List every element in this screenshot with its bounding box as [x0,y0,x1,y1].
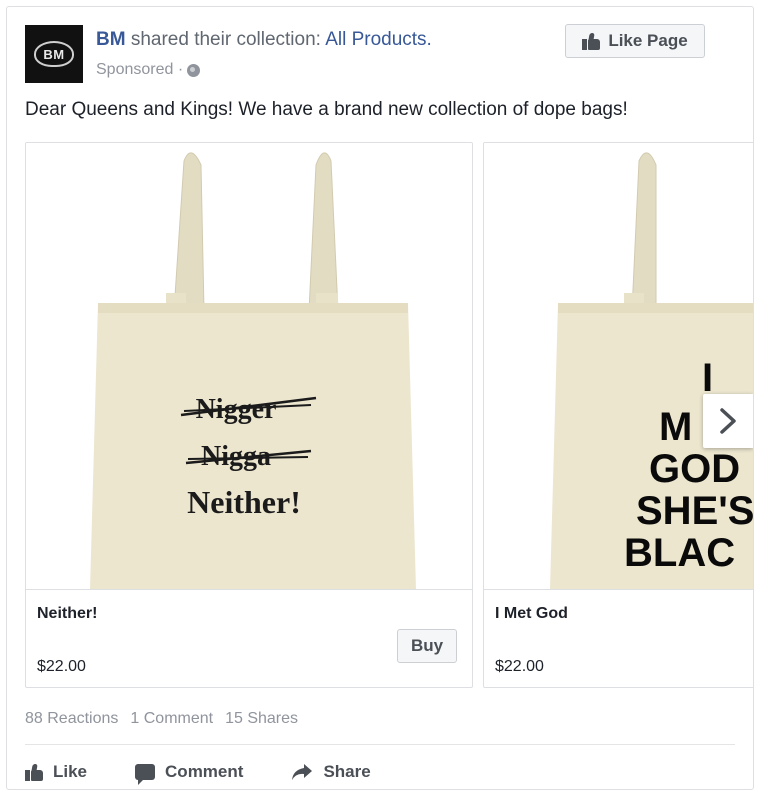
page-name-link[interactable]: BM [96,29,126,50]
reactions-count[interactable]: 88 Reactions [25,710,118,728]
collection-link[interactable]: All Products. [325,29,432,50]
comment-icon [135,764,156,785]
tote-bag-image: I M GOD SHE'S BLAC [550,152,753,589]
globe-icon [187,63,201,77]
print-line-5: BLAC [624,531,735,575]
sponsored-label[interactable]: Sponsored · [96,61,183,79]
post-text: Dear Queens and Kings! We have a brand n… [25,99,628,120]
like-label: Like [53,762,88,781]
thumbs-up-icon [582,32,601,50]
sponsored-post: BM BM shared their collection: All Produ… [6,6,754,790]
chevron-right-icon [720,408,736,434]
product-name[interactable]: I Met God [495,605,568,623]
carousel-next-button[interactable] [703,394,753,448]
product-carousel: Nigger Nigga Neither! Neither! Buy $22.0… [25,142,753,690]
share-label: Share [323,762,371,781]
actions-divider [25,744,735,745]
thumbs-up-icon [25,763,43,781]
page-logo: BM [34,41,74,67]
product-price: $22.00 [37,658,86,675]
like-page-label: Like Page [608,31,688,50]
post-headline: BM shared their collection: All Products… [96,29,432,51]
print-line-3: Neither! [187,484,301,520]
buy-button[interactable]: Buy [397,629,457,663]
comment-button[interactable]: Comment [135,762,244,785]
like-button[interactable]: Like [25,762,87,782]
print-line-3: GOD [649,447,740,491]
product-image[interactable]: I M GOD SHE'S BLAC [484,143,753,590]
post-actions: Like Comment Share [25,757,419,787]
shares-count[interactable]: 15 Shares [225,710,298,728]
product-price: $22.00 [495,658,544,675]
comment-label: Comment [165,762,244,781]
product-card[interactable]: Nigger Nigga Neither! Neither! Buy $22.0… [25,142,473,688]
product-image[interactable]: Nigger Nigga Neither! [26,143,472,590]
page-avatar[interactable]: BM [25,25,83,83]
engagement-stats: 88 Reactions 1 Comment 15 Shares [25,710,298,728]
share-arrow-icon [292,764,313,780]
product-name[interactable]: Neither! [37,605,97,623]
print-line-4: SHE'S [636,489,753,533]
share-button[interactable]: Share [291,762,371,782]
tote-bag-image: Nigger Nigga Neither! [90,152,416,589]
print-line-2: M [659,405,692,449]
sponsored-line: Sponsored · [96,61,201,79]
like-page-button[interactable]: Like Page [565,24,705,58]
headline-text: shared their collection: [125,29,326,50]
comments-count[interactable]: 1 Comment [130,710,213,728]
